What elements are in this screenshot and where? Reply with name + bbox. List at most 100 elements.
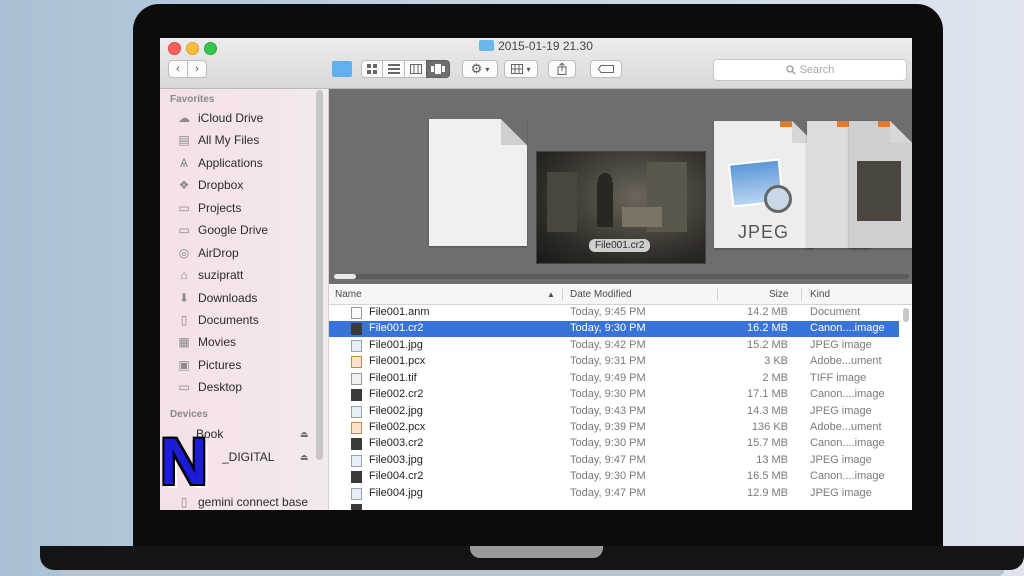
search-placeholder: Search: [799, 64, 835, 76]
window-title-text: 2015-01-19 21.30: [498, 39, 593, 53]
tiff-file-icon: [351, 373, 362, 385]
photo-thumbnail[interactable]: File001.cr2: [536, 151, 706, 264]
file-size: 12.9 MB: [747, 487, 788, 499]
table-row[interactable]: File001.pcx Today, 9:31 PM 3 KB Adobe...ume…: [329, 354, 899, 370]
sidebar-item-downloads[interactable]: ⬇ Downloads: [176, 289, 257, 307]
file-tag: [878, 121, 890, 127]
sidebar-item-label: gemini connect base: [198, 495, 309, 509]
sidebar-item-label: Movies: [198, 335, 237, 349]
folder-icon: ▭: [178, 223, 190, 237]
file-kind: TIFF image: [810, 372, 867, 384]
coverflow-scrollbar[interactable]: [334, 274, 909, 279]
sidebar-item-device-digital[interactable]: _DIGITAL: [222, 448, 274, 466]
table-row[interactable]: File003.cr2 Today, 9:30 PM 15.7 MB Canon...…: [329, 436, 899, 452]
coverflow-scroll-thumb[interactable]: [334, 274, 356, 279]
sidebar-item-icloud-drive[interactable]: ☁ iCloud Drive: [176, 109, 263, 127]
laptop-shadow: [60, 570, 1004, 576]
column-kind[interactable]: Kind: [810, 289, 830, 300]
share-button[interactable]: [548, 60, 576, 78]
column-date-modified[interactable]: Date Modified: [570, 289, 632, 300]
sidebar-item-airdrop[interactable]: ◎ AirDrop: [176, 244, 239, 262]
file-size: 15.7 MB: [747, 437, 788, 449]
table-row[interactable]: File002.cr2 Today, 9:30 PM 17.1 MB Canon...…: [329, 387, 899, 403]
file-name: File001.anm: [369, 306, 430, 318]
column-divider[interactable]: [801, 288, 802, 301]
chevron-down-icon: ▾: [485, 64, 490, 74]
sidebar-item-desktop[interactable]: ▭ Desktop: [176, 378, 242, 396]
file-size: 136 KB: [751, 421, 788, 433]
arrange-menu-button[interactable]: ▾: [504, 60, 538, 78]
file-kind: Document: [810, 306, 861, 318]
list-scrollbar[interactable]: [903, 308, 909, 322]
file-date: Today, 9:43 PM: [570, 405, 646, 417]
tags-button[interactable]: [590, 60, 622, 78]
raw-image-file-icon: [351, 389, 362, 401]
n-logo-badge: N: [160, 424, 208, 498]
file-kind: Canon....image: [810, 470, 885, 482]
back-button[interactable]: ‹: [168, 60, 188, 78]
raw-image-file-icon: [351, 323, 362, 335]
file-kind: Canon....image: [810, 322, 885, 334]
file-size: 3 KB: [764, 355, 788, 367]
sidebar-item-label: Applications: [198, 156, 263, 170]
share-icon: [557, 63, 567, 75]
table-row[interactable]: File004.jpg Today, 9:47 PM 12.9 MB JPEG ima…: [329, 486, 899, 502]
table-row[interactable]: File001.anm Today, 9:45 PM 14.2 MB Document: [329, 305, 899, 321]
table-row[interactable]: File002.jpg Today, 9:43 PM 14.3 MB JPEG ima…: [329, 404, 899, 420]
sidebar-item-all-my-files[interactable]: ▤ All My Files: [176, 131, 259, 149]
forward-button[interactable]: ›: [187, 60, 207, 78]
sidebar-item-documents[interactable]: ▯ Documents: [176, 311, 259, 329]
file-name: File001.jpg: [369, 339, 423, 351]
jpeg-thumbnail[interactable]: JPEG: [714, 121, 814, 248]
forward-chevron-icon: ›: [195, 63, 199, 75]
sidebar-item-pictures[interactable]: ▣ Pictures: [176, 356, 241, 374]
eject-icon[interactable]: ⏏: [300, 452, 309, 463]
sidebar-item-movies[interactable]: ▦ Movies: [176, 333, 236, 351]
action-menu-button[interactable]: ⚙ ▾: [462, 60, 498, 78]
table-row[interactable]: File004.cr2 Today, 9:30 PM 16.5 MB Canon...…: [329, 469, 899, 485]
folder-proxy-icon[interactable]: [332, 61, 352, 77]
column-size[interactable]: Size: [769, 289, 788, 300]
sidebar-item-google-drive[interactable]: ▭ Google Drive: [176, 221, 268, 239]
grid-icon: [367, 64, 377, 74]
table-row[interactable]: File001.jpg Today, 9:42 PM 15.2 MB JPEG ima…: [329, 338, 899, 354]
file-kind: JPEG image: [810, 487, 872, 499]
list-view-button[interactable]: [382, 60, 405, 78]
window-title: 2015-01-19 21.30: [160, 39, 912, 53]
column-name[interactable]: Name: [335, 289, 362, 300]
file-date: Today, 9:47 PM: [570, 487, 646, 499]
sidebar-item-suzipratt[interactable]: ⌂ suzipratt: [176, 266, 243, 284]
column-divider[interactable]: [562, 288, 563, 301]
sort-ascending-icon[interactable]: ▲: [547, 290, 555, 299]
sidebar-item-label: Dropbox: [198, 178, 244, 192]
document-thumbnail[interactable]: [429, 119, 527, 246]
file-date: Today, 9:30 PM: [570, 388, 646, 400]
coverflow-view-button[interactable]: [426, 60, 450, 78]
search-field[interactable]: Search: [713, 59, 907, 81]
devices-header: Devices: [170, 409, 208, 420]
file-size: 13 MB: [756, 454, 788, 466]
table-row-partial[interactable]: [329, 502, 899, 510]
laptop-notch: [470, 546, 603, 558]
tag-icon: [598, 65, 614, 73]
column-view-button[interactable]: [404, 60, 427, 78]
table-row-selected[interactable]: File001.cr2 Today, 9:30 PM 16.2 MB Canon...…: [329, 321, 899, 337]
sidebar-item-dropbox[interactable]: ❖ Dropbox: [176, 176, 244, 194]
pictures-icon: ▣: [178, 358, 190, 372]
table-row[interactable]: File003.jpg Today, 9:47 PM 13 MB JPEG image: [329, 453, 899, 469]
column-divider[interactable]: [717, 288, 718, 301]
file-kind: Canon....image: [810, 437, 885, 449]
sidebar-scrollbar[interactable]: [316, 90, 323, 460]
icon-view-button[interactable]: [361, 60, 383, 78]
back-chevron-icon: ‹: [176, 63, 180, 75]
jpeg-thumbnail-2[interactable]: [849, 121, 912, 248]
table-row[interactable]: File002.pcx Today, 9:39 PM 136 KB Adobe...u…: [329, 420, 899, 436]
table-row[interactable]: File001.tif Today, 9:49 PM 2 MB TIFF image: [329, 371, 899, 387]
sidebar-item-label: Documents: [198, 313, 259, 327]
file-size: 14.2 MB: [747, 306, 788, 318]
eject-icon[interactable]: ⏏: [300, 429, 309, 440]
sidebar-item-applications[interactable]: Ѧ Applications: [176, 154, 263, 172]
file-size: 17.1 MB: [747, 388, 788, 400]
sidebar-item-label: Desktop: [198, 380, 243, 394]
sidebar-item-projects[interactable]: ▭ Projects: [176, 199, 241, 217]
